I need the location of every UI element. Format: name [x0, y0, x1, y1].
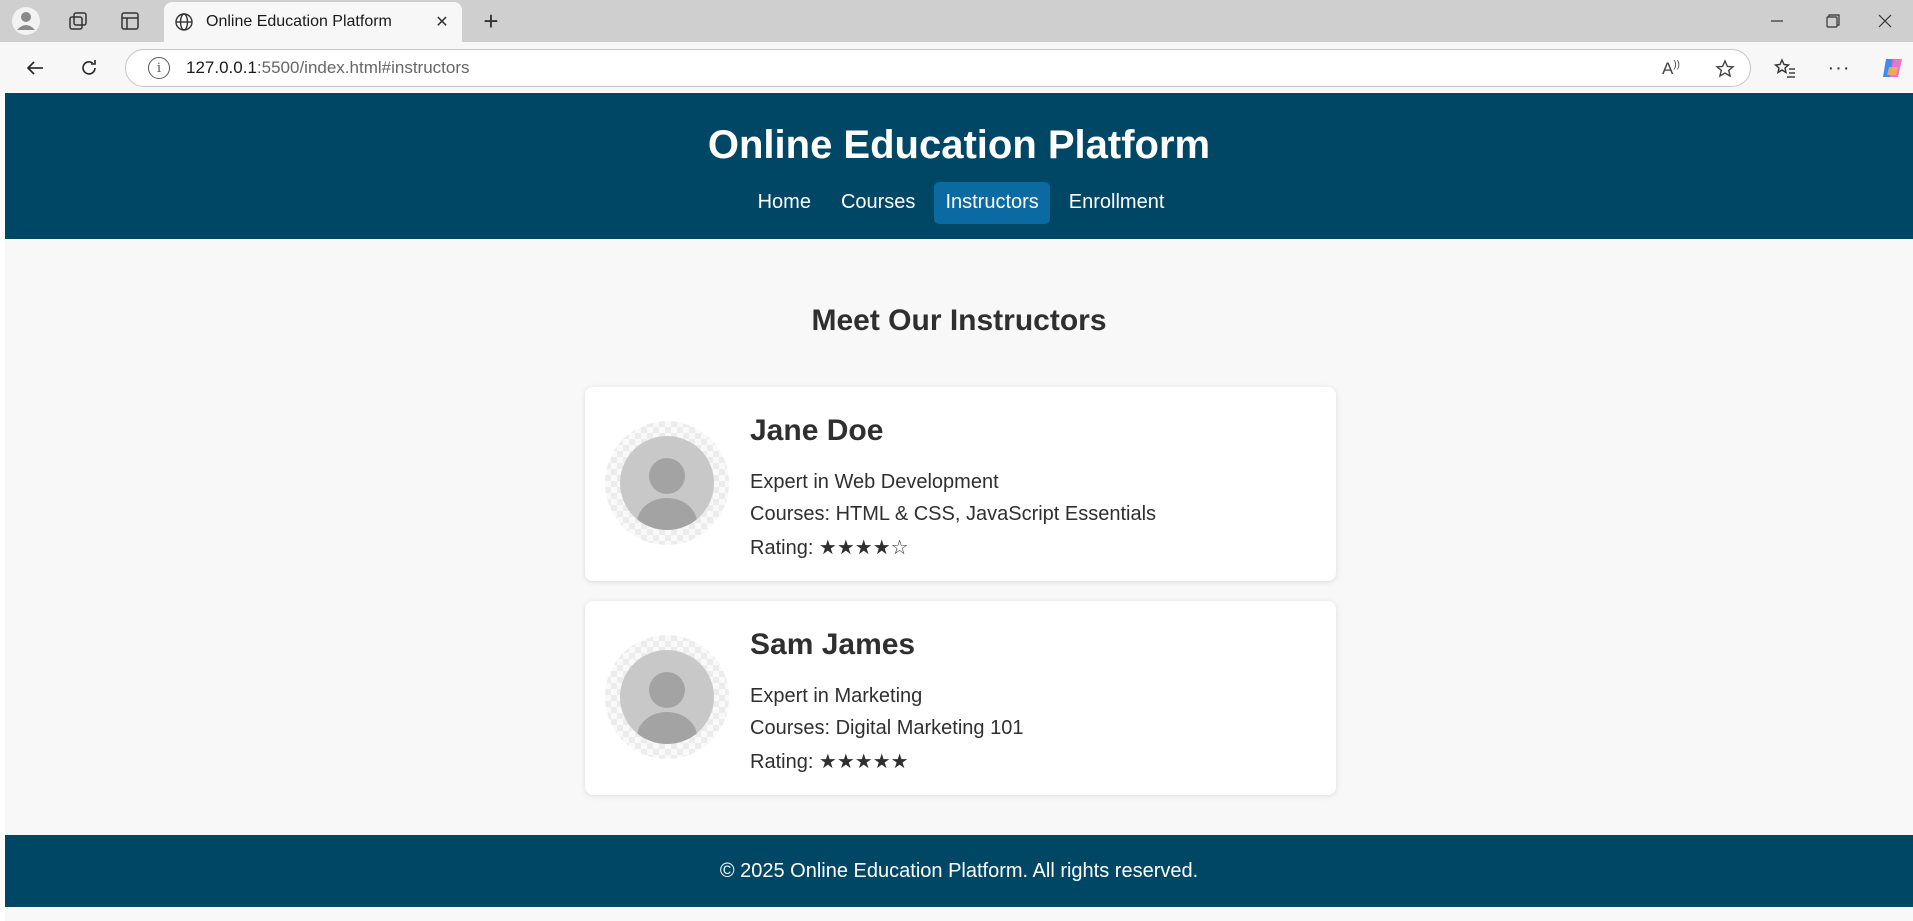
restore-icon[interactable]: [1805, 0, 1861, 42]
address-bar-row: i 127.0.0.1:5500/index.html#instructors …: [0, 42, 1913, 92]
nav-instructors[interactable]: Instructors: [934, 182, 1050, 224]
instructor-courses: Courses: Digital Marketing 101: [750, 717, 1024, 739]
more-options-icon[interactable]: ···: [1822, 51, 1856, 85]
instructor-card: Sam James Expert in Marketing Courses: D…: [585, 601, 1336, 795]
url-path: :5500/index.html#instructors: [256, 58, 470, 77]
page-viewport: Online Education Platform Home Courses I…: [5, 93, 1913, 921]
tab-title: Online Education Platform: [206, 13, 392, 30]
favorite-star-icon[interactable]: [1708, 50, 1742, 88]
tab-actions-icon[interactable]: [110, 4, 150, 38]
read-aloud-icon[interactable]: A)): [1654, 50, 1688, 88]
minimize-icon[interactable]: [1749, 0, 1805, 42]
section-heading: Meet Our Instructors: [811, 304, 1107, 337]
favorites-list-icon[interactable]: [1768, 51, 1802, 85]
site-title: Online Education Platform: [707, 123, 1211, 167]
instructor-rating: Rating: ★★★★★: [750, 751, 909, 773]
nav-home[interactable]: Home: [747, 182, 822, 224]
user-placeholder-icon: [620, 436, 714, 530]
instructor-card: Jane Doe Expert in Web Development Cours…: [585, 387, 1336, 581]
close-tab-icon[interactable]: ✕: [432, 12, 452, 32]
globe-icon: [175, 13, 193, 31]
instructor-expertise: Expert in Marketing: [750, 685, 923, 707]
url-field[interactable]: i 127.0.0.1:5500/index.html#instructors …: [125, 49, 1751, 87]
workspaces-icon[interactable]: [58, 4, 98, 38]
browser-tab-active[interactable]: Online Education Platform ✕: [164, 2, 462, 42]
user-placeholder-icon: [620, 650, 714, 744]
close-window-icon[interactable]: [1857, 0, 1913, 42]
profile-icon[interactable]: [6, 4, 46, 38]
new-tab-button[interactable]: +: [474, 4, 508, 38]
site-header: Online Education Platform Home Courses I…: [5, 93, 1913, 239]
instructor-expertise: Expert in Web Development: [750, 471, 999, 493]
site-footer: © 2025 Online Education Platform. All ri…: [5, 835, 1913, 907]
instructor-name: Jane Doe: [750, 414, 884, 447]
copilot-icon[interactable]: [1876, 51, 1910, 85]
avatar: [605, 635, 729, 759]
footer-copyright: © 2025 Online Education Platform. All ri…: [719, 859, 1199, 882]
back-arrow-icon[interactable]: [18, 51, 52, 85]
nav-enrollment[interactable]: Enrollment: [1058, 182, 1176, 224]
refresh-icon[interactable]: [72, 51, 106, 85]
instructor-courses: Courses: HTML & CSS, JavaScript Essentia…: [750, 503, 1157, 525]
url-host: 127.0.0.1: [186, 58, 257, 77]
browser-tab-bar: Online Education Platform ✕ +: [0, 0, 1913, 42]
nav-courses[interactable]: Courses: [830, 182, 926, 224]
main-nav: Home Courses Instructors Enrollment: [5, 182, 1913, 224]
instructor-name: Sam James: [750, 628, 916, 661]
instructor-rating: Rating: ★★★★☆: [750, 537, 909, 559]
site-info-icon[interactable]: i: [148, 57, 170, 79]
avatar: [605, 421, 729, 545]
